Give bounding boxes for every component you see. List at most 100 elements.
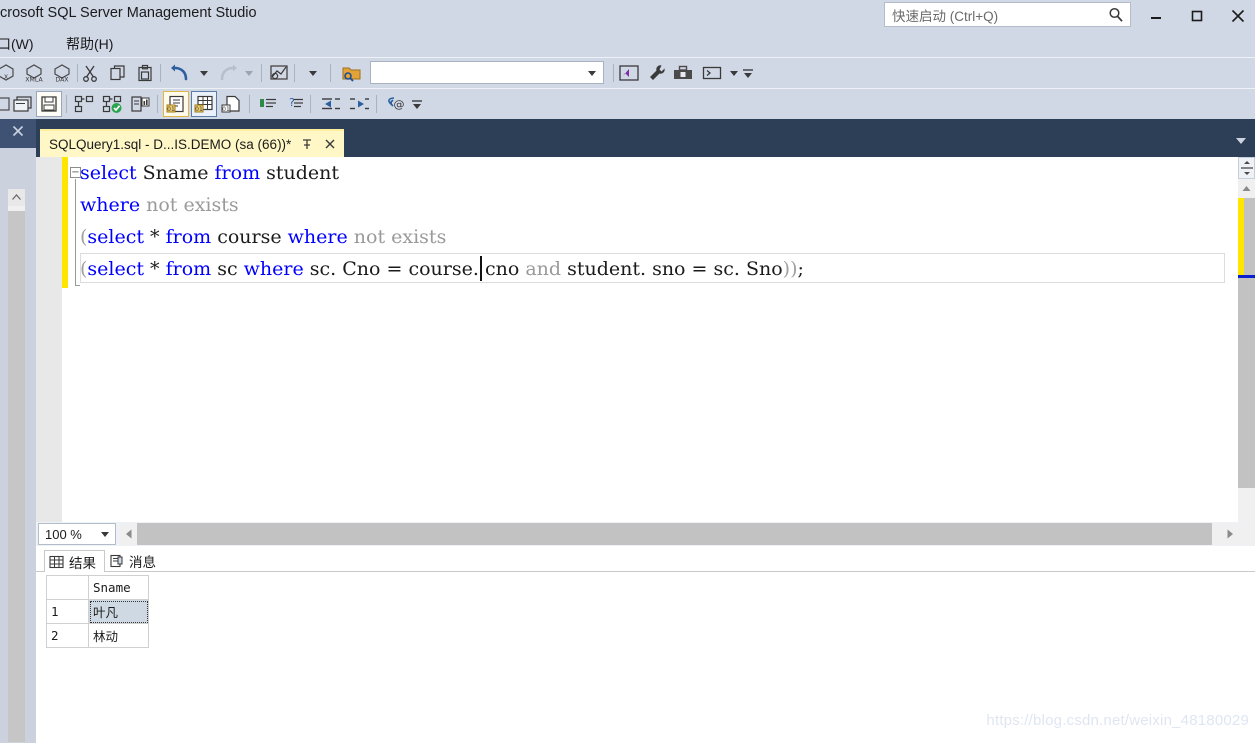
- undo-button[interactable]: [168, 61, 194, 85]
- toolbar-separator: [613, 64, 614, 82]
- close-icon[interactable]: [323, 137, 337, 151]
- sql-token: select: [87, 226, 145, 248]
- menu-item-help[interactable]: 帮助(H): [66, 34, 113, 54]
- watermark-text: https://blog.csdn.net/weixin_48180029: [986, 712, 1249, 729]
- svg-text:DAX: DAX: [55, 77, 69, 84]
- chevron-down-icon: [587, 64, 597, 82]
- sql-token: student: [260, 162, 340, 184]
- object-explorer-panel: [0, 119, 36, 743]
- connect-button[interactable]: [72, 92, 96, 116]
- new-xmla-query-button[interactable]: XMLA: [22, 61, 46, 85]
- cut-button[interactable]: [78, 61, 102, 85]
- visual-studio-button[interactable]: [616, 61, 642, 85]
- results-to-grid-button[interactable]: 01: [191, 91, 217, 117]
- editor-split-handle[interactable]: [1238, 157, 1255, 179]
- toolbar-separator: [157, 95, 158, 113]
- quick-launch-placeholder: 快速启动 (Ctrl+Q): [892, 8, 999, 24]
- toolbar-separator: [310, 95, 311, 113]
- object-explorer-scrollbar-thumb[interactable]: [8, 211, 25, 742]
- sql-line-1: select Sname from student: [80, 157, 1225, 189]
- row-number-cell[interactable]: 2: [46, 623, 89, 648]
- sql-token: from: [165, 226, 212, 248]
- svg-text:@: @: [394, 98, 405, 111]
- new-query-window-button[interactable]: [10, 92, 36, 116]
- connect-ok-button[interactable]: [100, 92, 126, 116]
- sql-editor[interactable]: − select Sname from student where not exi…: [36, 157, 1255, 522]
- toolbar-separator: [376, 95, 377, 113]
- close-button[interactable]: [1218, 0, 1255, 31]
- collapse-region-line: [75, 179, 76, 286]
- new-dax-query-button[interactable]: DAX: [50, 61, 74, 85]
- document-tab-sqlquery1[interactable]: SQLQuery1.sql - D...IS.DEMO (sa (66))*: [40, 129, 345, 157]
- new-mdx-query-button[interactable]: X: [0, 61, 18, 85]
- chevron-down-icon[interactable]: [1233, 132, 1249, 148]
- scroll-right-icon[interactable]: [1221, 523, 1238, 545]
- scroll-up-icon[interactable]: [1238, 180, 1255, 197]
- toolbar-overflow-button[interactable]: [410, 92, 424, 114]
- menu-bar: 口(W) 帮助(H): [0, 31, 1255, 57]
- navigate-backward-button[interactable]: [267, 61, 291, 85]
- sql-line-4: (select * from sc where sc. Cno = course…: [80, 253, 1225, 285]
- toolbar-separator: [294, 64, 295, 82]
- comment-lines-button[interactable]: [256, 92, 280, 116]
- redo-button[interactable]: [214, 61, 240, 85]
- uncomment-lines-button[interactable]: ?: [283, 92, 307, 116]
- window-title: crosoft SQL Server Management Studio: [0, 5, 257, 21]
- properties-button[interactable]: [645, 61, 669, 85]
- toolbar-separator: [66, 95, 67, 113]
- toggle-word-wrap-button[interactable]: @: [382, 92, 408, 116]
- results-to-text-button[interactable]: 01: [163, 91, 189, 117]
- toolbar-options-dropdown[interactable]: [305, 61, 321, 85]
- open-file-button[interactable]: [340, 61, 364, 85]
- toolbar-separator: [249, 95, 250, 113]
- menu-item-window[interactable]: 口(W): [0, 34, 34, 54]
- svg-text:XMLA: XMLA: [25, 77, 43, 84]
- document-tab-label: SQLQuery1.sql - D...IS.DEMO (sa (66))*: [49, 136, 292, 152]
- row-number-cell[interactable]: 1: [46, 599, 89, 624]
- table-row[interactable]: 1 叶凡: [46, 599, 149, 624]
- quick-launch-input[interactable]: 快速启动 (Ctrl+Q): [884, 2, 1131, 27]
- zoom-level-combo[interactable]: 100 %: [38, 523, 116, 545]
- table-cell[interactable]: 叶凡: [88, 599, 149, 624]
- sql-token: select: [87, 258, 145, 280]
- toolbox-button[interactable]: [671, 61, 695, 85]
- decrease-indent-button[interactable]: [318, 92, 344, 116]
- copy-button[interactable]: [106, 61, 130, 85]
- scroll-left-icon[interactable]: [120, 523, 137, 545]
- tab-messages[interactable]: 消息: [105, 550, 164, 572]
- paste-button[interactable]: [133, 61, 157, 85]
- increase-indent-button[interactable]: [346, 92, 372, 116]
- table-cell[interactable]: 林动: [88, 623, 149, 648]
- sql-token: select: [80, 162, 137, 184]
- results-grid[interactable]: Sname 1 叶凡 2 林动: [46, 575, 149, 648]
- database-selector-combo[interactable]: [370, 61, 604, 84]
- database-server-button[interactable]: [128, 92, 152, 116]
- results-to-file-button[interactable]: 01: [219, 92, 245, 116]
- sql-token: from: [214, 162, 261, 184]
- zoom-level-value: 100 %: [45, 526, 82, 542]
- results-tab-bar: 结果 消息: [44, 548, 164, 572]
- undo-dropdown-button[interactable]: [196, 61, 212, 85]
- command-prompt-dropdown[interactable]: [726, 61, 742, 85]
- results-tab-label: 消息: [129, 555, 156, 570]
- close-icon[interactable]: [11, 124, 25, 143]
- minimize-button[interactable]: [1136, 0, 1176, 31]
- editor-hscrollbar-thumb[interactable]: [137, 523, 1212, 545]
- maximize-button[interactable]: [1177, 0, 1217, 31]
- row-number-header[interactable]: [46, 575, 89, 600]
- pin-icon[interactable]: [300, 137, 314, 151]
- command-prompt-button[interactable]: [700, 61, 724, 85]
- sql-code-text[interactable]: select Sname from student where not exist…: [80, 157, 1225, 522]
- scroll-up-icon[interactable]: [8, 189, 25, 206]
- column-header[interactable]: Sname: [88, 575, 149, 600]
- tab-results[interactable]: 结果: [44, 550, 105, 572]
- editor-caret-marker: [1238, 275, 1255, 278]
- sql-token: where: [80, 194, 141, 216]
- sql-token: where: [243, 258, 304, 280]
- sql-token: *: [144, 258, 166, 280]
- toolbar-overflow-button[interactable]: [741, 61, 755, 83]
- redo-dropdown-button[interactable]: [241, 61, 257, 85]
- sql-token: sc. Cno = course. cno: [303, 258, 526, 280]
- save-button[interactable]: [36, 91, 62, 117]
- table-row[interactable]: 2 林动: [46, 623, 149, 648]
